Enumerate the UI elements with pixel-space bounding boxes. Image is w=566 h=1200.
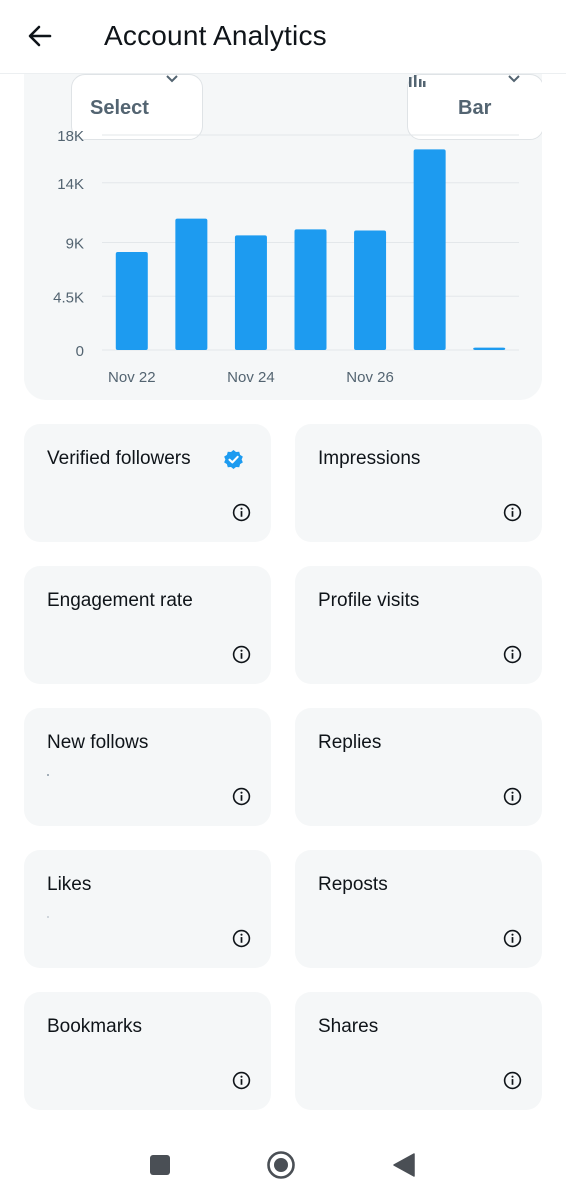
bar <box>175 218 208 350</box>
metric-label: Verified followers <box>47 448 191 469</box>
metric-label: New follows <box>47 732 149 753</box>
arrow-left-icon <box>28 25 52 47</box>
bar <box>354 230 387 350</box>
metric-label: Likes <box>47 874 92 895</box>
metric-label: Impressions <box>318 448 421 469</box>
metric-card-likes: Likes <box>24 850 271 968</box>
metric-card-replies: Replies <box>295 708 542 826</box>
verified-badge-icon <box>224 449 243 470</box>
bar <box>473 347 506 350</box>
bar <box>234 235 267 350</box>
bar <box>115 252 148 350</box>
home-button[interactable] <box>266 1150 296 1180</box>
y-tick-label: 14K <box>57 176 84 193</box>
back-button[interactable] <box>22 18 58 54</box>
metric-label: Bookmarks <box>47 1016 143 1037</box>
metric-label: Profile visits <box>318 590 420 611</box>
x-tick-label: Nov 26 <box>346 369 394 386</box>
metric-card-engagement-rate: Engagement rate <box>24 566 271 684</box>
metric-label: Reposts <box>318 874 388 895</box>
bar-chart: 0 4.5K 9K 14K 18K Nov 22 Nov 24 Nov 26 <box>53 128 519 386</box>
bar <box>413 149 446 350</box>
recents-icon <box>150 1155 170 1175</box>
info-icon[interactable] <box>503 929 522 948</box>
info-icon[interactable] <box>232 929 251 948</box>
y-tick-label: 18K <box>57 128 84 145</box>
metric-card-shares: Shares <box>295 992 542 1110</box>
metric-card-bookmarks: Bookmarks <box>24 992 271 1110</box>
y-tick-label: 9K <box>66 236 84 253</box>
metric-label: Engagement rate <box>47 590 193 611</box>
info-icon[interactable] <box>503 787 522 806</box>
loading-dot <box>47 916 49 918</box>
system-navbar <box>0 1130 566 1200</box>
x-tick-label: Nov 22 <box>108 369 156 386</box>
back-nav-button[interactable] <box>389 1150 419 1180</box>
chart-card: Select Bar 0 4.5K 9K 14K 18K Nov 22 Nov 24 Nov … <box>24 40 542 400</box>
info-icon[interactable] <box>503 645 522 664</box>
info-icon[interactable] <box>232 645 251 664</box>
metric-card-reposts: Reposts <box>295 850 542 968</box>
app-header: Account Analytics <box>0 0 566 74</box>
info-icon[interactable] <box>232 503 251 522</box>
home-icon <box>267 1151 295 1179</box>
page-title: Account Analytics <box>104 20 327 51</box>
bar <box>294 229 327 350</box>
info-icon[interactable] <box>503 1071 522 1090</box>
recents-button[interactable] <box>145 1150 175 1180</box>
metric-card-profile-visits: Profile visits <box>295 566 542 684</box>
info-icon[interactable] <box>503 503 522 522</box>
metric-card-verified-followers: Verified followers <box>24 424 271 542</box>
metric-label: Shares <box>318 1016 379 1037</box>
metric-card-impressions: Impressions <box>295 424 542 542</box>
metric-card-new-follows: New follows <box>24 708 271 826</box>
x-tick-label: Nov 24 <box>227 369 275 386</box>
info-icon[interactable] <box>232 787 251 806</box>
loading-dot <box>47 774 49 776</box>
info-icon[interactable] <box>232 1071 251 1090</box>
y-tick-label: 0 <box>76 343 84 360</box>
back-triangle-icon <box>393 1153 415 1177</box>
y-tick-label: 4.5K <box>53 289 84 306</box>
metric-label: Replies <box>318 732 382 753</box>
